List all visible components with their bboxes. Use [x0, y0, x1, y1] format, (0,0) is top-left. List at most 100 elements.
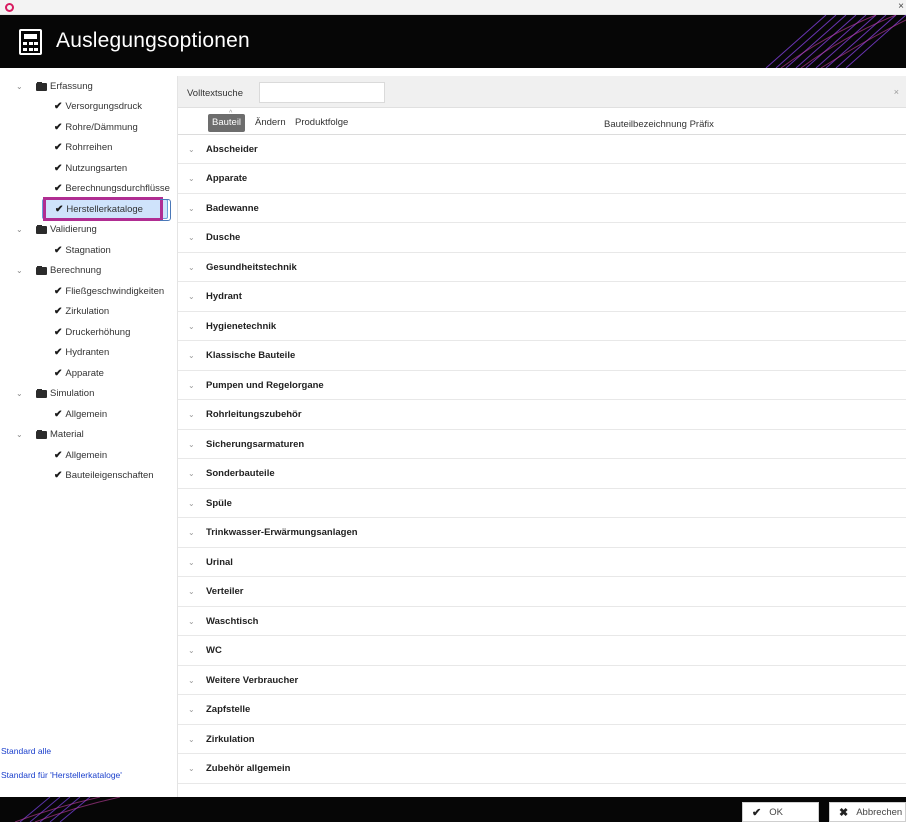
category-row[interactable]: ⌄ Gesundheitstechnik — [178, 253, 906, 282]
chevron-down-icon[interactable]: ⌄ — [16, 82, 36, 91]
tree-item-2-3[interactable]: ✔ Hydranten — [54, 343, 109, 363]
tree-item-label: Rohrreihen — [65, 142, 113, 153]
category-row[interactable]: ⌄ Verteiler — [178, 577, 906, 607]
chevron-down-icon[interactable]: ⌄ — [178, 646, 206, 655]
tree-item-0-2[interactable]: ✔ Rohrreihen — [54, 138, 112, 158]
header-decoration — [765, 15, 906, 68]
category-row[interactable]: ⌄ Hygienetechnik — [178, 312, 906, 341]
category-row[interactable]: ⌄ Zirkulation — [178, 725, 906, 754]
category-label: Klassische Bauteile — [206, 350, 296, 361]
chevron-down-icon[interactable]: ⌄ — [178, 440, 206, 449]
category-label: Spüle — [206, 497, 232, 509]
chevron-down-icon[interactable]: ⌄ — [178, 145, 206, 154]
tree-item-4-0[interactable]: ✔ Allgemein — [54, 445, 107, 465]
app-logo-icon — [5, 3, 14, 12]
tree-group-1[interactable]: ⌄ Validierung — [16, 220, 97, 240]
tree-item-4-1[interactable]: ✔ Bauteileigenschaften — [54, 466, 154, 486]
chevron-down-icon[interactable]: ⌄ — [178, 322, 206, 331]
clear-search-icon[interactable]: × — [894, 87, 899, 97]
category-row[interactable]: ⌄ Abscheider — [178, 135, 906, 164]
chevron-down-icon[interactable]: ⌄ — [16, 389, 36, 398]
chevron-down-icon[interactable]: ⌄ — [178, 469, 206, 478]
category-row[interactable]: ⌄ Sonderbauteile — [178, 459, 906, 489]
chevron-down-icon[interactable]: ⌄ — [178, 617, 206, 626]
tree-item-0-5[interactable]: ✔ Herstellerkataloge — [42, 199, 168, 219]
category-row[interactable]: ⌄ Dusche — [178, 223, 906, 253]
tree-item-2-2[interactable]: ✔ Druckerhöhung — [54, 322, 130, 342]
tree-item-0-0[interactable]: ✔ Versorgungsdruck — [54, 97, 142, 117]
cross-icon: ✖ — [839, 806, 849, 819]
category-row[interactable]: ⌄ Apparate — [178, 164, 906, 194]
column-header-prefix[interactable]: Bauteilbezeichnung Präfix — [604, 119, 714, 130]
search-input[interactable] — [259, 82, 385, 103]
tree-item-0-4[interactable]: ✔ Berechnungsdurchflüsse — [54, 179, 170, 199]
chevron-down-icon[interactable]: ⌄ — [16, 266, 36, 275]
cancel-button[interactable]: ✖ Abbrechen — [829, 802, 906, 822]
tree-group-4[interactable]: ⌄ Material — [16, 425, 84, 445]
tree-group-3[interactable]: ⌄ Simulation — [16, 384, 94, 404]
search-bar: Volltextsuche × — [178, 76, 906, 108]
category-label: Badewanne — [206, 202, 259, 214]
tree-item-3-0[interactable]: ✔ Allgemein — [54, 404, 107, 424]
category-row[interactable]: ⌄ Pumpen und Regelorgane — [178, 371, 906, 400]
category-row[interactable]: ⌄ Rohrleitungszubehör — [178, 400, 906, 430]
chevron-down-icon[interactable]: ⌄ — [178, 558, 206, 567]
chevron-down-icon[interactable]: ⌄ — [178, 676, 206, 685]
dialog-header: Auslegungsoptionen — [0, 15, 906, 68]
tree-group-0[interactable]: ⌄ Erfassung — [16, 76, 93, 96]
standard-all-link[interactable]: Standard alle — [1, 746, 51, 756]
tree-item-0-1[interactable]: ✔ Rohre/Dämmung — [54, 117, 138, 137]
category-label: Zirkulation — [206, 733, 255, 745]
chevron-down-icon[interactable]: ⌄ — [178, 499, 206, 508]
tree-item-label: Hydranten — [65, 347, 110, 358]
check-icon: ✔ — [54, 326, 63, 338]
tree-group-label: Validierung — [50, 224, 97, 235]
tree-item-2-4[interactable]: ✔ Apparate — [54, 363, 104, 383]
tree-group-2[interactable]: ⌄ Berechnung — [16, 261, 101, 281]
ok-label: OK — [769, 806, 783, 818]
category-row[interactable]: ⌄ Sicherungsarmaturen — [178, 430, 906, 459]
check-icon: ✔ — [54, 101, 63, 112]
category-label: WC — [206, 645, 222, 656]
chevron-down-icon[interactable]: ⌄ — [178, 292, 206, 301]
category-row[interactable]: ⌄ Weitere Verbraucher — [178, 666, 906, 695]
tree-item-label: Nutzungsarten — [65, 162, 128, 174]
chevron-down-icon[interactable]: ⌄ — [178, 528, 206, 537]
category-row[interactable]: ⌄ Trinkwasser-Erwärmungsanlagen — [178, 518, 906, 548]
chevron-down-icon[interactable]: ⌄ — [178, 204, 206, 213]
check-icon: ✔ — [752, 806, 762, 819]
chevron-down-icon[interactable]: ⌄ — [178, 705, 206, 714]
standard-for-link[interactable]: Standard für 'Herstellerkataloge' — [1, 770, 122, 780]
tree-item-2-0[interactable]: ✔ Fließgeschwindigkeiten — [54, 281, 164, 301]
chevron-down-icon[interactable]: ⌄ — [16, 430, 36, 439]
category-row[interactable]: ⌄ Badewanne — [178, 194, 906, 223]
ok-button[interactable]: ✔ OK — [742, 802, 819, 822]
chevron-down-icon[interactable]: ⌄ — [178, 174, 206, 183]
category-row[interactable]: ⌄ Zubehör allgemein — [178, 754, 906, 784]
chevron-down-icon[interactable]: ⌄ — [178, 233, 206, 242]
chevron-down-icon[interactable]: ⌄ — [178, 351, 206, 360]
chevron-down-icon[interactable]: ⌄ — [178, 587, 206, 596]
chevron-down-icon[interactable]: ⌄ — [178, 263, 206, 272]
group-button-produktfolge[interactable]: Produktfolge — [291, 114, 352, 132]
close-icon[interactable]: × — [898, 1, 904, 12]
category-row[interactable]: ⌄ Hydrant — [178, 282, 906, 312]
tree-item-2-1[interactable]: ✔ Zirkulation — [54, 302, 109, 322]
group-button-aendern[interactable]: Ändern — [251, 114, 290, 132]
category-row[interactable]: ⌄ Klassische Bauteile — [178, 341, 906, 371]
group-button-bauteil[interactable]: Bauteil — [208, 114, 246, 132]
tree-item-1-0[interactable]: ✔ Stagnation — [54, 240, 111, 260]
category-row[interactable]: ⌄ Urinal — [178, 548, 906, 577]
category-row[interactable]: ⌄ Waschtisch — [178, 607, 906, 636]
chevron-down-icon[interactable]: ⌄ — [178, 410, 206, 419]
check-icon: ✔ — [54, 306, 63, 317]
category-row[interactable]: ⌄ Zapfstelle — [178, 695, 906, 725]
category-label: Weitere Verbraucher — [206, 674, 299, 686]
category-row[interactable]: ⌄ Spüle — [178, 489, 906, 518]
chevron-down-icon[interactable]: ⌄ — [178, 764, 206, 773]
chevron-down-icon[interactable]: ⌄ — [178, 735, 206, 744]
category-row[interactable]: ⌄ WC — [178, 636, 906, 666]
chevron-down-icon[interactable]: ⌄ — [178, 381, 206, 390]
tree-item-0-3[interactable]: ✔ Nutzungsarten — [54, 158, 127, 178]
chevron-down-icon[interactable]: ⌄ — [16, 225, 36, 234]
